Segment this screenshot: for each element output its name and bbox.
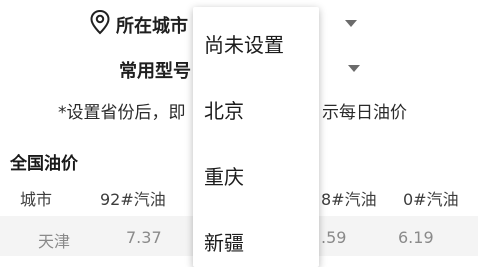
model-dropdown-arrow-icon[interactable] [348,65,360,72]
column-header-0: 0#汽油 [403,190,459,209]
location-pin-icon [89,9,111,39]
column-header-92: 92#汽油 [100,190,166,209]
table-cell-0: 6.19 [398,228,434,247]
section-title: 全国油价 [10,154,78,174]
table-cell-city: 天津 [38,232,71,251]
table-cell-92: 7.37 [126,228,162,247]
model-label: 常用型号 [119,61,191,82]
dropdown-option-chongqing[interactable]: 重庆 [204,161,244,190]
city-dropdown-arrow-icon[interactable] [345,20,357,27]
city-label: 所在城市 [116,16,188,37]
city-dropdown-menu: 尚未设置 北京 重庆 新疆 [193,7,319,267]
notice-text-right: 示每日油价 [322,103,407,123]
notice-text-left: *设置省份后，即 [58,103,186,123]
table-cell-98: .59 [321,228,347,247]
column-header-98: 8#汽油 [321,190,377,209]
dropdown-option-not-set[interactable]: 尚未设置 [204,29,284,58]
dropdown-option-xinjiang[interactable]: 新疆 [204,227,244,256]
column-header-city: 城市 [20,190,53,209]
dropdown-option-beijing[interactable]: 北京 [204,95,244,124]
